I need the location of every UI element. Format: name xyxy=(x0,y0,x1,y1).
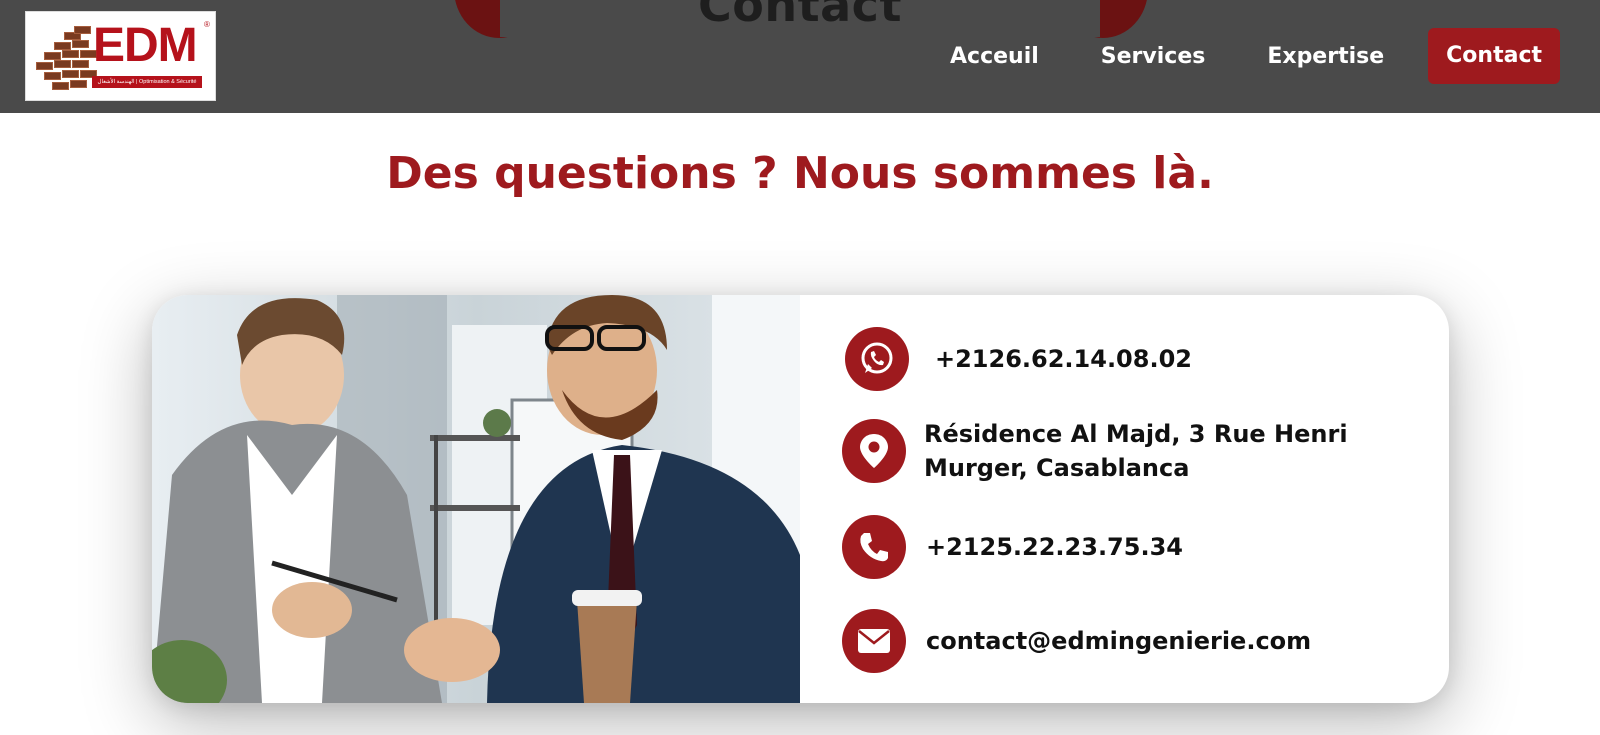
contact-email[interactable]: contact@edmingenierie.com xyxy=(842,609,1311,673)
logo-registered-mark: ® xyxy=(204,20,210,29)
site-logo[interactable]: EDM ® الهندسة الأشغال | Optimisation & S… xyxy=(25,11,216,101)
section-headline: Des questions ? Nous sommes là. xyxy=(386,148,1214,199)
logo-tagline: الهندسة الأشغال | Optimisation & Sécurit… xyxy=(92,76,202,88)
phone-icon xyxy=(842,515,906,579)
contact-phone[interactable]: +2125.22.23.75.34 xyxy=(842,515,1183,579)
contact-card: +2126.62.14.08.02 Résidence Al Majd, 3 R… xyxy=(152,295,1449,703)
address-line-1: Résidence Al Majd, 3 Rue Henri xyxy=(924,420,1348,448)
business-meeting-photo xyxy=(152,295,800,703)
email-address: contact@edmingenierie.com xyxy=(926,627,1312,655)
contact-address[interactable]: Résidence Al Majd, 3 Rue Henri Murger, C… xyxy=(842,417,1348,485)
main-nav: Acceuil Services Expertise Contact xyxy=(950,28,1560,84)
address-block: Résidence Al Majd, 3 Rue Henri Murger, C… xyxy=(924,417,1348,485)
address-line-2: Murger, Casablanca xyxy=(924,454,1190,482)
nav-item-expertise[interactable]: Expertise xyxy=(1267,44,1384,69)
nav-item-services[interactable]: Services xyxy=(1101,44,1206,69)
location-pin-icon xyxy=(842,419,906,483)
whatsapp-icon xyxy=(845,327,909,391)
nav-item-acceuil[interactable]: Acceuil xyxy=(950,44,1039,69)
contact-whatsapp[interactable]: +2126.62.14.08.02 xyxy=(842,327,1192,391)
phone-number: +2125.22.23.75.34 xyxy=(926,533,1183,561)
site-header: Contact EDM ® الهندسة الأشغال | Optimisa… xyxy=(0,0,1600,113)
whatsapp-number: +2126.62.14.08.02 xyxy=(935,345,1192,373)
nav-item-contact[interactable]: Contact xyxy=(1428,28,1560,84)
envelope-icon xyxy=(842,609,906,673)
logo-wordmark: EDM xyxy=(93,19,198,72)
